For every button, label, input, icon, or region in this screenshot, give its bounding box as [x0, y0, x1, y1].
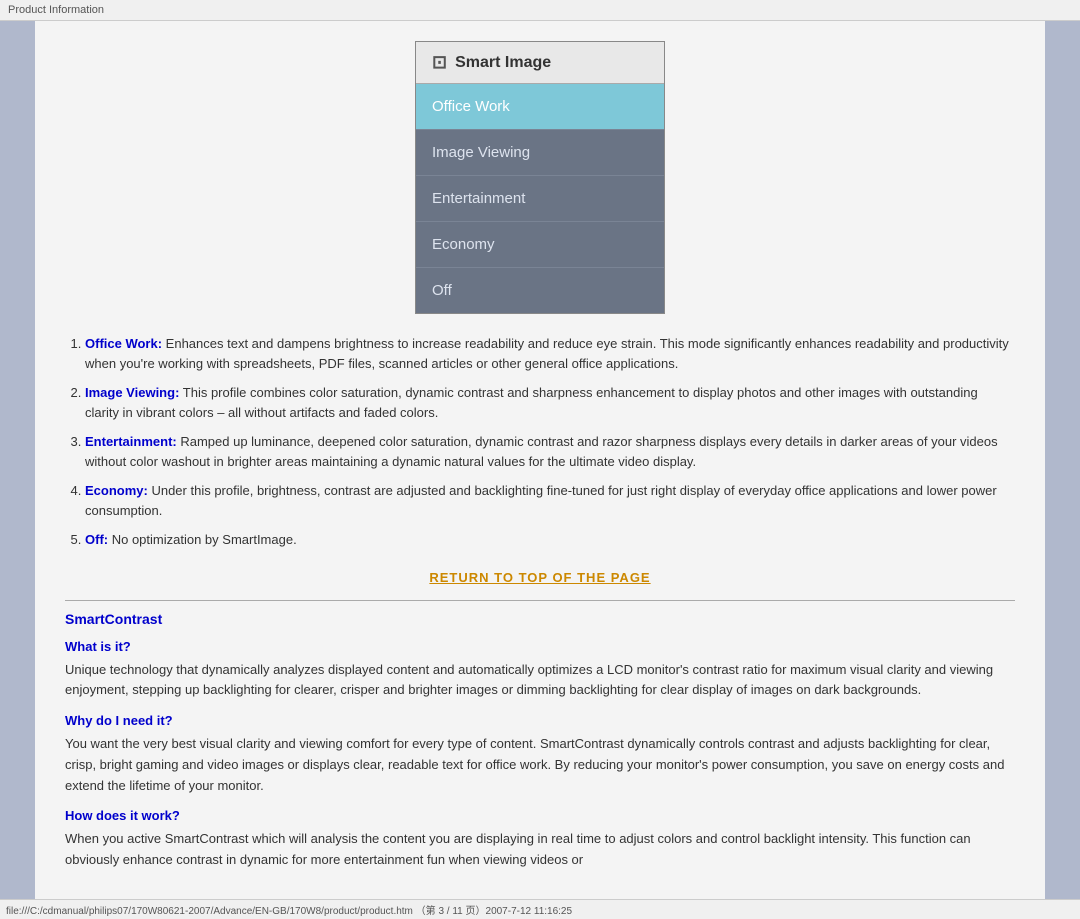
- list-item: Office Work: Enhances text and dampens b…: [85, 334, 1015, 373]
- feature-list: Office Work: Enhances text and dampens b…: [65, 334, 1015, 550]
- smart-image-header: ⊡ Smart Image: [416, 42, 664, 84]
- text-off: No optimization by SmartImage.: [108, 532, 297, 547]
- left-sidebar: [0, 21, 35, 899]
- menu-item-off[interactable]: Off: [416, 268, 664, 313]
- right-sidebar: [1045, 21, 1080, 899]
- list-item: Entertainment: Ramped up luminance, deep…: [85, 432, 1015, 471]
- what-is-it-subtitle: What is it?: [65, 639, 1015, 654]
- highlight-office-work: Office Work:: [85, 336, 162, 351]
- section-divider: [65, 600, 1015, 601]
- what-is-it-text: Unique technology that dynamically analy…: [65, 660, 1015, 702]
- text-entertainment: Ramped up luminance, deepened color satu…: [85, 434, 998, 469]
- text-economy: Under this profile, brightness, contrast…: [85, 483, 997, 518]
- smart-contrast-section: SmartContrast What is it? Unique technol…: [65, 611, 1015, 872]
- highlight-economy: Economy:: [85, 483, 148, 498]
- highlight-image-viewing: Image Viewing:: [85, 385, 179, 400]
- page-title-text: Product Information: [8, 4, 104, 16]
- text-image-viewing: This profile combines color saturation, …: [85, 385, 978, 420]
- why-need-it-subtitle: Why do I need it?: [65, 713, 1015, 728]
- smart-contrast-title: SmartContrast: [65, 611, 1015, 627]
- menu-item-entertainment[interactable]: Entertainment: [416, 176, 664, 222]
- how-does-it-work-subtitle: How does it work?: [65, 808, 1015, 823]
- return-to-top-link[interactable]: RETURN TO TOP OF THE PAGE: [65, 570, 1015, 585]
- status-bar: file:///C:/cdmanual/philips07/170W80621-…: [0, 899, 1080, 919]
- highlight-off: Off:: [85, 532, 108, 547]
- menu-item-image-viewing[interactable]: Image Viewing: [416, 130, 664, 176]
- smart-image-title: Smart Image: [455, 54, 551, 72]
- list-item: Off: No optimization by SmartImage.: [85, 530, 1015, 550]
- how-does-it-work-text: When you active SmartContrast which will…: [65, 829, 1015, 871]
- highlight-entertainment: Entertainment:: [85, 434, 177, 449]
- why-need-it-text: You want the very best visual clarity an…: [65, 734, 1015, 796]
- list-item: Economy: Under this profile, brightness,…: [85, 481, 1015, 520]
- menu-item-office-work[interactable]: Office Work: [416, 84, 664, 130]
- text-office-work: Enhances text and dampens brightness to …: [85, 336, 1009, 371]
- menu-item-economy[interactable]: Economy: [416, 222, 664, 268]
- smart-image-icon: ⊡: [432, 52, 447, 73]
- smart-image-menu: ⊡ Smart Image Office Work Image Viewing …: [415, 41, 665, 314]
- main-content: ⊡ Smart Image Office Work Image Viewing …: [35, 21, 1045, 899]
- page-title-bar: Product Information: [0, 0, 1080, 21]
- list-item: Image Viewing: This profile combines col…: [85, 383, 1015, 422]
